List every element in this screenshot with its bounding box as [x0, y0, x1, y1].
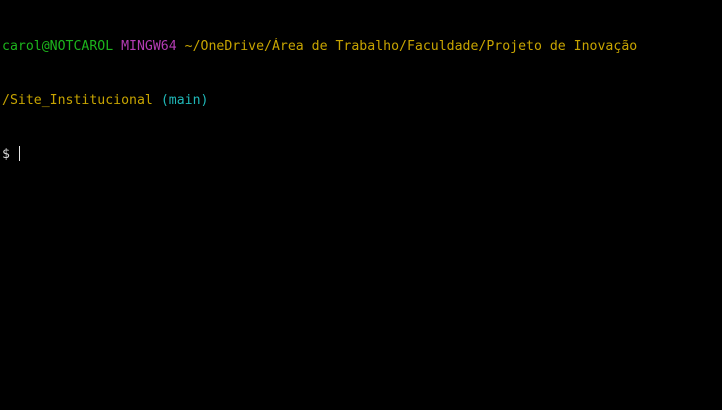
command-line[interactable]: $ — [2, 146, 720, 164]
git-branch: (main) — [160, 93, 209, 108]
terminal-window[interactable]: carol@NOTCAROL MINGW64 ~/OneDrive/Área d… — [0, 0, 722, 410]
prompt-symbol: $ — [2, 147, 10, 162]
text-cursor — [18, 146, 20, 161]
working-directory-path-continued: /Site_Institucional — [2, 93, 153, 108]
prompt-info-line-1: carol@NOTCAROL MINGW64 ~/OneDrive/Área d… — [2, 38, 720, 56]
user-host: carol@NOTCAROL — [2, 39, 114, 54]
system-name: MINGW64 — [121, 39, 177, 54]
working-directory-path: ~/OneDrive/Área de Trabalho/Faculdade/Pr… — [184, 39, 638, 54]
prompt-info-line-2: /Site_Institucional (main) — [2, 92, 720, 110]
